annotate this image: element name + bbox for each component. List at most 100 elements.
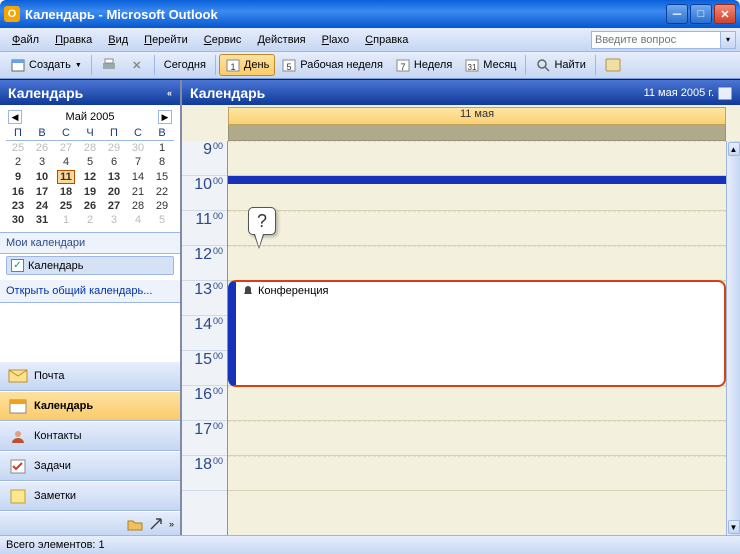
close-button[interactable]: ✕ [714, 4, 736, 24]
week-view-button[interactable]: 7 Неделя [389, 54, 458, 76]
time-slot[interactable] [228, 211, 726, 246]
mini-calendar-day[interactable]: 8 [150, 155, 174, 169]
menu-view[interactable]: Вид [100, 31, 136, 49]
mini-calendar-day[interactable]: 2 [6, 155, 30, 169]
mini-calendar-day[interactable]: 6 [102, 155, 126, 169]
shortcut-icon[interactable] [149, 517, 163, 531]
allday-strip[interactable] [228, 125, 726, 141]
open-shared-calendar-link[interactable]: Открыть общий календарь... [0, 280, 180, 303]
mini-calendar-day[interactable]: 27 [54, 141, 78, 156]
day-view-button[interactable]: 1 День [219, 54, 275, 76]
folder-icon[interactable] [127, 517, 143, 531]
time-slots[interactable]: Конференция ? [228, 141, 726, 535]
configure-buttons-icon[interactable]: » [169, 519, 174, 529]
mini-calendar-day[interactable]: 19 [78, 185, 102, 199]
mini-calendar-grid[interactable]: ПВСЧПСВ 25262728293012345678910111213141… [6, 126, 174, 227]
mini-calendar-day[interactable]: 14 [126, 169, 150, 185]
mini-calendar-day[interactable]: 16 [6, 185, 30, 199]
nav-button-calendar[interactable]: Календарь [0, 391, 180, 421]
mini-calendar-day[interactable]: 9 [6, 169, 30, 185]
day-column-header[interactable]: 11 мая [228, 107, 726, 125]
menu-actions[interactable]: Действия [249, 31, 313, 49]
menu-edit[interactable]: Правка [47, 31, 100, 49]
workweek-view-button[interactable]: 5 Рабочая неделя [275, 54, 389, 76]
mini-calendar-day[interactable]: 30 [6, 213, 30, 227]
mini-calendar-day[interactable]: 1 [54, 213, 78, 227]
mini-calendar-day[interactable]: 10 [30, 169, 54, 185]
mini-calendar-day[interactable]: 4 [54, 155, 78, 169]
mini-calendar-day[interactable]: 31 [30, 213, 54, 227]
mini-calendar-day[interactable]: 30 [126, 141, 150, 156]
appointment-item[interactable]: Конференция [228, 280, 726, 387]
mini-calendar-day[interactable]: 1 [150, 141, 174, 156]
mini-calendar-day[interactable]: 3 [30, 155, 54, 169]
mini-calendar-day[interactable]: 26 [30, 141, 54, 156]
mini-calendar-day[interactable]: 2 [78, 213, 102, 227]
mini-calendar-day[interactable]: 4 [126, 213, 150, 227]
mini-calendar-day[interactable]: 5 [78, 155, 102, 169]
find-button[interactable]: Найти [529, 54, 591, 76]
nav-button-tasks[interactable]: Задачи [0, 451, 180, 481]
prev-month-button[interactable]: ◀ [8, 110, 22, 124]
mini-calendar-day[interactable]: 27 [102, 199, 126, 213]
mini-calendar-day[interactable]: 13 [102, 169, 126, 185]
calendar-list-item[interactable]: ✓ Календарь [6, 256, 174, 275]
time-slot[interactable] [228, 456, 726, 491]
menu-tools[interactable]: Сервис [196, 31, 250, 49]
minimize-button[interactable]: － [666, 4, 688, 24]
menu-help[interactable]: Справка [357, 31, 416, 49]
maximize-button[interactable]: □ [690, 4, 712, 24]
mini-calendar-day[interactable]: 29 [150, 199, 174, 213]
mini-calendar-day[interactable]: 25 [6, 141, 30, 156]
mini-calendar-day[interactable]: 24 [30, 199, 54, 213]
time-slot[interactable] [228, 246, 726, 281]
menu-go[interactable]: Перейти [136, 31, 196, 49]
scroll-up-button[interactable]: ▲ [728, 142, 740, 156]
next-month-button[interactable]: ▶ [158, 110, 172, 124]
mini-calendar-day[interactable]: 17 [30, 185, 54, 199]
new-button[interactable]: Создать▼ [4, 54, 88, 76]
mini-calendar-day[interactable]: 23 [6, 199, 30, 213]
nav-button-contacts[interactable]: Контакты [0, 421, 180, 451]
vertical-scrollbar[interactable]: ▲ ▼ [726, 141, 740, 535]
mini-calendar-day[interactable]: 15 [150, 169, 174, 185]
hour-label: 1500 [182, 351, 227, 386]
mini-calendar-day[interactable]: 18 [54, 185, 78, 199]
calendar-checkbox[interactable]: ✓ [11, 259, 24, 272]
mini-calendar-day[interactable]: 22 [150, 185, 174, 199]
mini-calendar-day[interactable]: 11 [54, 169, 78, 185]
time-slot[interactable] [228, 421, 726, 456]
print-button[interactable] [95, 54, 123, 76]
mini-calendar-day[interactable]: 21 [126, 185, 150, 199]
nav-button-mail[interactable]: Почта [0, 361, 180, 391]
mini-calendar-title: Май 2005 [65, 111, 114, 123]
time-slot[interactable] [228, 386, 726, 421]
mini-calendar-day[interactable]: 20 [102, 185, 126, 199]
reminder-icon [242, 285, 254, 297]
mini-calendar-day[interactable]: 3 [102, 213, 126, 227]
menu-plaxo[interactable]: Plaxo [314, 31, 358, 49]
delete-button[interactable]: ✕ [123, 54, 151, 76]
scroll-down-button[interactable]: ▼ [728, 520, 740, 534]
nav-button-notes[interactable]: Заметки [0, 481, 180, 511]
time-grid: 900100011001200130014001500160017001800 … [182, 141, 740, 535]
menu-file[interactable]: Файл [4, 31, 47, 49]
month-view-button[interactable]: 31 Месяц [458, 54, 522, 76]
mini-calendar-day[interactable]: 25 [54, 199, 78, 213]
mini-calendar-day[interactable]: 5 [150, 213, 174, 227]
mini-calendar-day[interactable]: 28 [126, 199, 150, 213]
collapse-icon[interactable]: « [167, 88, 172, 98]
today-button[interactable]: Сегодня [158, 54, 212, 76]
mini-calendar-day[interactable]: 7 [126, 155, 150, 169]
svg-text:1: 1 [230, 62, 235, 72]
day-icon: 1 [225, 57, 241, 73]
mini-calendar-day[interactable]: 28 [78, 141, 102, 156]
address-book-button[interactable] [599, 54, 627, 76]
mini-calendar-day[interactable]: 12 [78, 169, 102, 185]
time-slot[interactable] [228, 141, 726, 176]
mini-calendar-day[interactable]: 26 [78, 199, 102, 213]
help-search-dropdown[interactable]: ▾ [721, 31, 736, 49]
mini-calendar-day[interactable]: 29 [102, 141, 126, 156]
addressbook-icon [605, 57, 621, 73]
help-search-input[interactable] [591, 31, 721, 49]
